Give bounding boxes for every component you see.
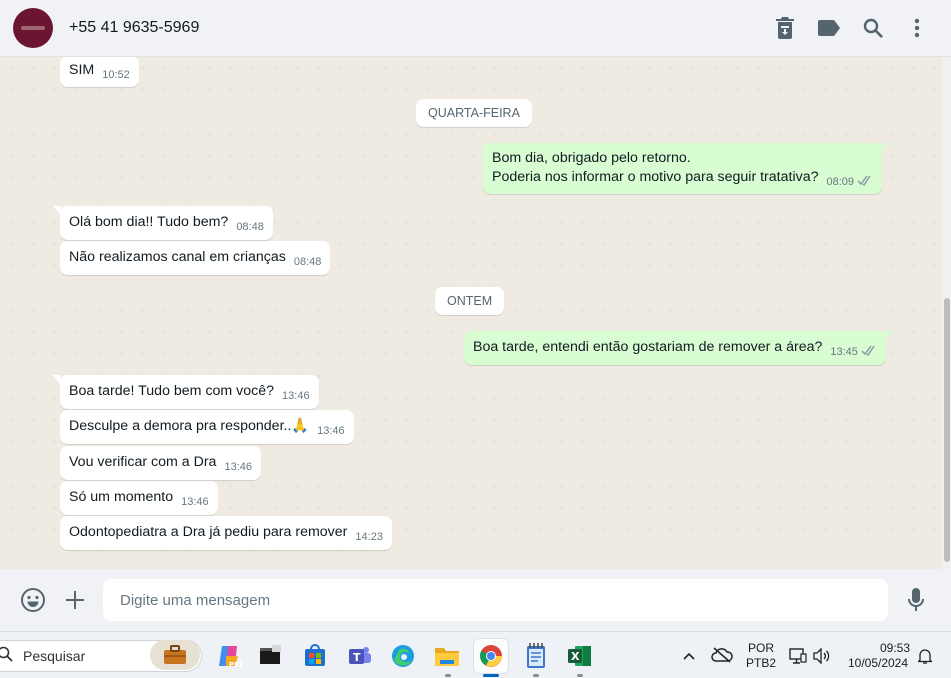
volume-icon[interactable]: [812, 646, 832, 666]
day-separator: ONTEM: [435, 287, 505, 315]
taskbar-app-chrome[interactable]: [474, 639, 508, 673]
message-text: SIM: [69, 62, 95, 78]
chevron-up-icon[interactable]: [681, 648, 697, 664]
taskbar-app-teams[interactable]: T: [343, 639, 377, 673]
keyboard-layout: PTB2: [745, 656, 776, 670]
search-highlight-widget[interactable]: [150, 640, 200, 670]
message-text: Vou verificar com a Dra: [69, 454, 217, 470]
message-time: 10:52: [102, 69, 130, 81]
taskbar-app-terminal[interactable]: [253, 639, 287, 673]
message-time: 13:46: [282, 390, 310, 402]
message-list[interactable]: SIM 10:52 QUARTA-FEIRA Bom dia, obrigado …: [0, 57, 942, 569]
search-icon: [0, 646, 13, 667]
taskbar-active-indicator: [483, 674, 499, 677]
message-time: 08:48: [236, 221, 264, 233]
message-text: Olá bom dia!! Tudo bem?: [69, 214, 229, 230]
read-ticks-icon: [861, 343, 877, 362]
message-incoming[interactable]: Desculpe a demora pra responder..🙏 13:46: [60, 410, 354, 444]
taskbar-running-indicator: [577, 674, 583, 677]
header-actions: [773, 14, 929, 42]
taskbar-app-copilot[interactable]: PRE: [212, 639, 246, 673]
taskbar-running-indicator: [533, 674, 539, 677]
svg-text:PRE: PRE: [229, 661, 242, 669]
contact-avatar[interactable]: [13, 8, 53, 48]
language-code: POR: [747, 641, 774, 655]
message-outgoing[interactable]: Boa tarde, entendi então gostariam de re…: [464, 331, 893, 365]
message-incoming[interactable]: Olá bom dia!! Tudo bem? 08:48: [53, 206, 273, 240]
svg-text:X: X: [571, 650, 580, 663]
message-incoming[interactable]: Não realizamos canal em crianças 08:48: [60, 241, 331, 275]
clock-time: 09:53: [879, 641, 910, 655]
taskbar-app-edge[interactable]: [386, 639, 420, 673]
message-incoming[interactable]: SIM 10:52: [60, 57, 139, 87]
read-ticks-icon: [857, 173, 873, 192]
message-text: Boa tarde! Tudo bem com você?: [69, 383, 275, 399]
message-time: 13:46: [317, 425, 345, 437]
message-time: 14:23: [355, 531, 383, 543]
message-text: Odontopediatra a Dra já pediu para remov…: [69, 524, 348, 540]
taskbar-app-microsoft-store[interactable]: [298, 639, 332, 673]
contact-name[interactable]: +55 41 9635-5969: [69, 19, 199, 37]
message-text: Só um momento: [69, 489, 174, 505]
message-outgoing[interactable]: Bom dia, obrigado pelo retorno. Poderia …: [483, 143, 890, 194]
message-incoming[interactable]: Vou verificar com a Dra 13:46: [60, 446, 261, 480]
notification-bell-icon[interactable]: [915, 646, 935, 666]
svg-text:T: T: [353, 651, 361, 664]
message-time: 13:46: [224, 461, 252, 473]
label-tag-icon[interactable]: [817, 14, 841, 42]
message-time: 13:45: [830, 346, 858, 358]
taskbar-running-indicator: [445, 674, 451, 677]
clock-date: 10/05/2024: [847, 656, 909, 670]
emoji-icon[interactable]: [20, 587, 46, 613]
message-time: 08:09: [826, 176, 855, 188]
praying-hands-emoji: 🙏: [291, 418, 310, 434]
onedrive-offline-icon[interactable]: [710, 645, 734, 665]
message-text: Desculpe a demora pra responder..: [69, 418, 292, 434]
message-text-line: Bom dia, obrigado pelo retorno.: [492, 150, 691, 166]
microphone-icon[interactable]: [905, 587, 927, 613]
windows-taskbar: Pesquisar PRE T X POR PTB2 09:53 10/05/2…: [0, 631, 951, 678]
system-clock[interactable]: 09:53 10/05/2024: [842, 641, 914, 671]
message-text: Não realizamos canal em crianças: [69, 249, 286, 265]
archive-delete-icon[interactable]: [773, 14, 797, 42]
message-time: 13:46: [181, 496, 209, 508]
chat-scrollbar-thumb[interactable]: [944, 298, 950, 562]
message-time: 08:48: [293, 256, 322, 268]
message-incoming[interactable]: Só um momento 13:46: [60, 481, 218, 515]
message-text: Boa tarde, entendi então gostariam de re…: [473, 339, 823, 355]
menu-dots-icon[interactable]: [905, 14, 929, 42]
taskbar-app-excel[interactable]: X: [563, 639, 597, 673]
network-icon[interactable]: [788, 646, 808, 666]
taskbar-app-notepad[interactable]: [519, 639, 553, 673]
chat-header: +55 41 9635-5969: [0, 0, 951, 57]
input-language-indicator[interactable]: POR PTB2: [744, 641, 778, 671]
message-composer: [0, 569, 951, 631]
message-incoming[interactable]: Odontopediatra a Dra já pediu para remov…: [60, 516, 392, 550]
taskbar-search-label: Pesquisar: [23, 648, 86, 664]
message-input[interactable]: [103, 579, 888, 621]
search-icon[interactable]: [861, 14, 885, 42]
taskbar-app-file-explorer[interactable]: [430, 639, 464, 673]
day-separator: QUARTA-FEIRA: [416, 99, 532, 127]
attach-plus-icon[interactable]: [63, 588, 87, 612]
message-text-line: Poderia nos informar o motivo para segui…: [492, 169, 819, 185]
message-incoming[interactable]: Boa tarde! Tudo bem com você? 13:46: [53, 375, 319, 409]
briefcase-icon: [164, 645, 186, 664]
